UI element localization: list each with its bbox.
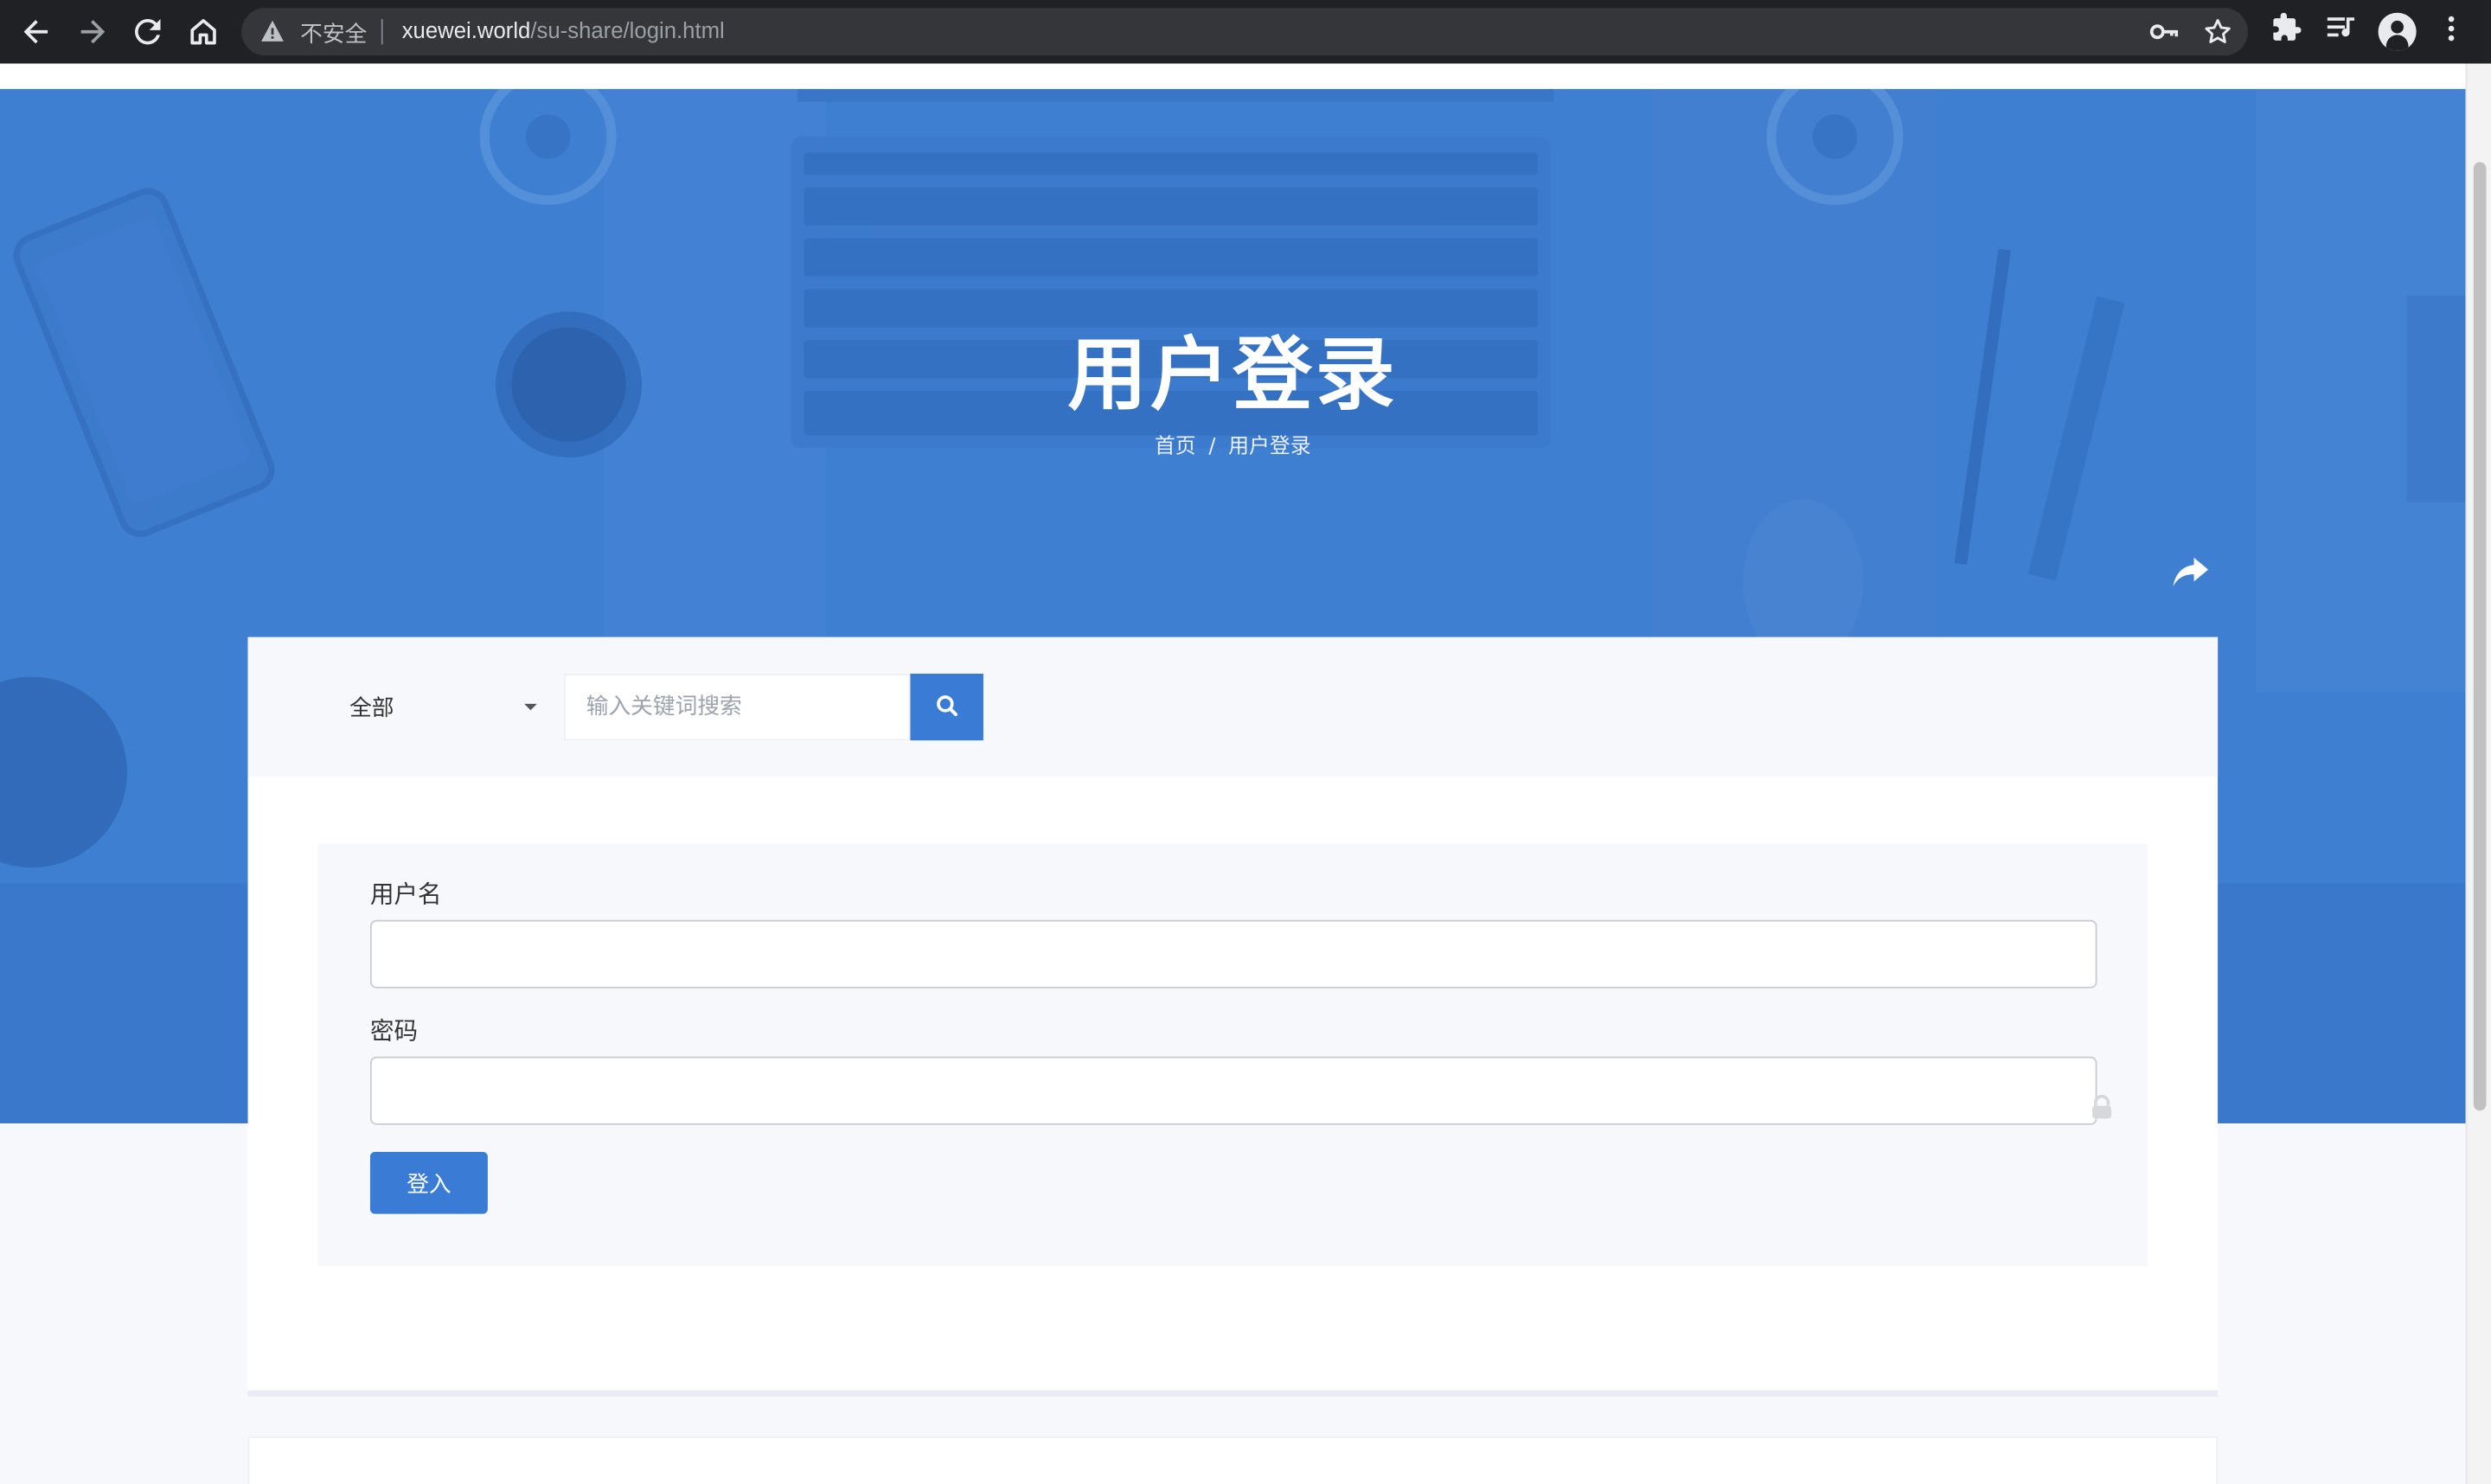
scrollbar-thumb[interactable] [2473,162,2487,1111]
search-input[interactable] [564,673,911,741]
share-icon[interactable] [2170,553,2212,591]
lock-icon[interactable] [2091,1094,2113,1127]
browser-window: 不安全 xuewei.world/su-share/login.html 用户登… [0,0,2491,1484]
search-bar: 全部 [247,636,2219,777]
page-title: 用户登录 [1067,329,1399,421]
key-icon[interactable] [2149,19,2179,44]
login-panel: 全部 用户名 密码 登入 [247,636,2219,1394]
profile-icon[interactable] [2378,12,2417,51]
puzzle-icon[interactable] [2272,12,2304,45]
search-button[interactable] [910,673,983,741]
star-icon[interactable] [2204,17,2232,46]
warning-icon[interactable] [260,19,285,43]
password-label: 密码 [369,1016,419,1046]
breadcrumb-home-link[interactable]: 首页 [1155,435,1196,459]
password-field[interactable] [369,1056,2097,1125]
address-bar[interactable]: 不安全 xuewei.world/su-share/login.html [241,8,2248,56]
login-form: 用户名 密码 登入 [317,843,2148,1267]
back-arrow-icon[interactable] [15,10,59,54]
username-label: 用户名 [369,880,442,909]
security-label[interactable]: 不安全 [300,17,367,49]
url-text[interactable]: xuewei.world/su-share/login.html [402,17,725,42]
login-button[interactable]: 登入 [369,1152,488,1214]
page-viewport: 用户登录 首页 / 用户登录 全部 输入关键词搜索 用户名 密码 登入 [0,63,2466,1484]
forward-arrow-icon[interactable] [70,10,114,54]
category-select[interactable]: 全部 [349,675,553,739]
more-vertical-icon[interactable] [2438,13,2463,45]
category-select-value: 全部 [349,695,394,722]
reload-icon[interactable] [125,10,170,54]
next-section-card [247,1436,2219,1484]
home-icon[interactable] [181,10,225,54]
url-path: /su-share/login.html [530,17,725,43]
top-strip [0,63,2466,89]
browser-toolbar: 不安全 xuewei.world/su-share/login.html [0,0,2491,64]
chevron-down-icon [524,703,537,711]
page-scrollbar[interactable] [2465,63,2491,1484]
search-icon [936,694,958,720]
breadcrumb-separator: / [1208,435,1216,459]
panel-bottom-border [247,1390,2219,1397]
username-field[interactable] [369,919,2097,988]
omnibox-divider [381,19,383,45]
breadcrumb-current: 用户登录 [1228,435,1311,459]
url-host: xuewei.world [401,17,531,43]
breadcrumb: 首页 / 用户登录 [0,429,2466,459]
reading-list-icon[interactable] [2326,13,2358,45]
